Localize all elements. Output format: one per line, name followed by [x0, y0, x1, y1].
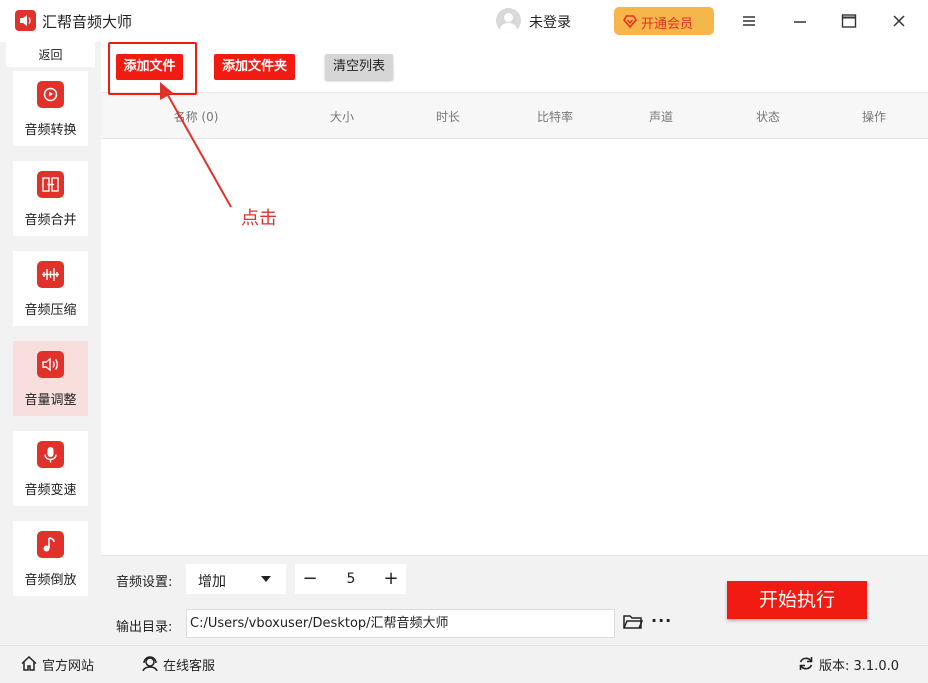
minimize-icon: [794, 21, 806, 23]
home-icon: [21, 656, 37, 671]
volume-icon: [37, 351, 64, 378]
menu-button[interactable]: [736, 8, 762, 34]
settings-panel: 音频设置: 增加 − 5 + 输出目录: C:/Users/vboxuser/D…: [101, 555, 928, 646]
start-button[interactable]: 开始执行: [727, 581, 867, 619]
microphone-icon: [37, 441, 64, 468]
volume-stepper: − 5 +: [295, 564, 406, 594]
online-support-link[interactable]: 在线客服: [142, 655, 215, 674]
vip-button[interactable]: 开通会员: [614, 7, 714, 35]
column-duration: 时长: [435, 110, 461, 124]
audio-merge-icon: [37, 171, 64, 198]
sidebar-item-label: 音频变速: [24, 483, 77, 498]
close-icon: [893, 15, 905, 27]
support-agent-icon: [142, 656, 158, 671]
volume-mode-value: 增加: [198, 574, 226, 590]
decrement-button[interactable]: −: [297, 566, 323, 592]
app-logo-icon: [15, 10, 36, 31]
online-support-label: 在线客服: [163, 659, 216, 674]
minimize-button[interactable]: [787, 8, 813, 34]
official-website-link[interactable]: 官方网站: [21, 655, 94, 674]
more-options-icon[interactable]: ···: [651, 613, 672, 629]
version-info[interactable]: 版本: 3.1.0.0: [798, 655, 899, 674]
sidebar-item-label: 音量调整: [24, 393, 77, 408]
sidebar-item-audio-compress[interactable]: 音频压缩: [13, 251, 88, 326]
sidebar-item-volume-adjust[interactable]: 音量调整: [13, 341, 88, 416]
login-status[interactable]: 未登录: [529, 12, 571, 32]
vip-label: 开通会员: [641, 17, 694, 32]
status-bar: 官方网站 在线客服 版本: 3.1.0.0: [0, 645, 928, 683]
audio-convert-icon: [37, 81, 64, 108]
maximize-icon: [841, 14, 857, 28]
sidebar-item-audio-speed[interactable]: 音频变速: [13, 431, 88, 506]
sidebar-item-audio-reverse[interactable]: 音频倒放: [13, 521, 88, 596]
sidebar-item-label: 音频压缩: [24, 303, 77, 318]
column-channel: 声道: [648, 110, 674, 124]
version-label: 版本: 3.1.0.0: [819, 659, 899, 674]
column-bitrate: 比特率: [536, 110, 574, 124]
output-path-field[interactable]: C:/Users/vboxuser/Desktop/汇帮音频大师: [186, 609, 615, 638]
music-note-icon: [37, 531, 64, 558]
column-status: 状态: [755, 110, 781, 124]
official-website-label: 官方网站: [42, 659, 95, 674]
clear-list-button[interactable]: 清空列表: [325, 54, 393, 80]
sidebar: 返回 音频转换 音频合并 音频压缩 音量调整 音频变速 音频倒放: [0, 42, 101, 645]
annotation-click-text: 点击: [241, 208, 277, 229]
sidebar-item-label: 音频倒放: [24, 573, 77, 588]
heart-diamond-icon: [623, 15, 637, 28]
sidebar-item-label: 音频合并: [24, 213, 77, 228]
back-button[interactable]: 返回: [6, 42, 95, 67]
volume-step-value[interactable]: 5: [335, 571, 367, 587]
title-bar: 汇帮音频大师 未登录 开通会员: [0, 0, 928, 42]
hamburger-icon: [743, 16, 755, 26]
dropdown-arrow-icon: [261, 576, 271, 582]
main-panel: 添加文件 添加文件夹 清空列表 名称 (0) 大小 时长 比特率 声道 状态 操…: [101, 42, 928, 555]
audio-compress-icon: [37, 261, 64, 288]
sidebar-item-audio-merge[interactable]: 音频合并: [13, 161, 88, 236]
increment-button[interactable]: +: [378, 566, 404, 592]
folder-icon[interactable]: [623, 614, 643, 630]
column-actions: 操作: [861, 110, 887, 124]
app-title: 汇帮音频大师: [42, 13, 133, 31]
volume-mode-select[interactable]: 增加: [186, 564, 286, 594]
maximize-button[interactable]: [836, 8, 862, 34]
sidebar-item-audio-convert[interactable]: 音频转换: [13, 71, 88, 146]
refresh-icon: [799, 657, 813, 670]
column-size: 大小: [329, 110, 355, 124]
audio-settings-label: 音频设置:: [116, 575, 173, 590]
user-avatar[interactable]: [496, 8, 521, 33]
output-dir-label: 输出目录:: [116, 620, 173, 635]
close-button[interactable]: [886, 8, 912, 34]
sidebar-item-label: 音频转换: [24, 123, 77, 138]
